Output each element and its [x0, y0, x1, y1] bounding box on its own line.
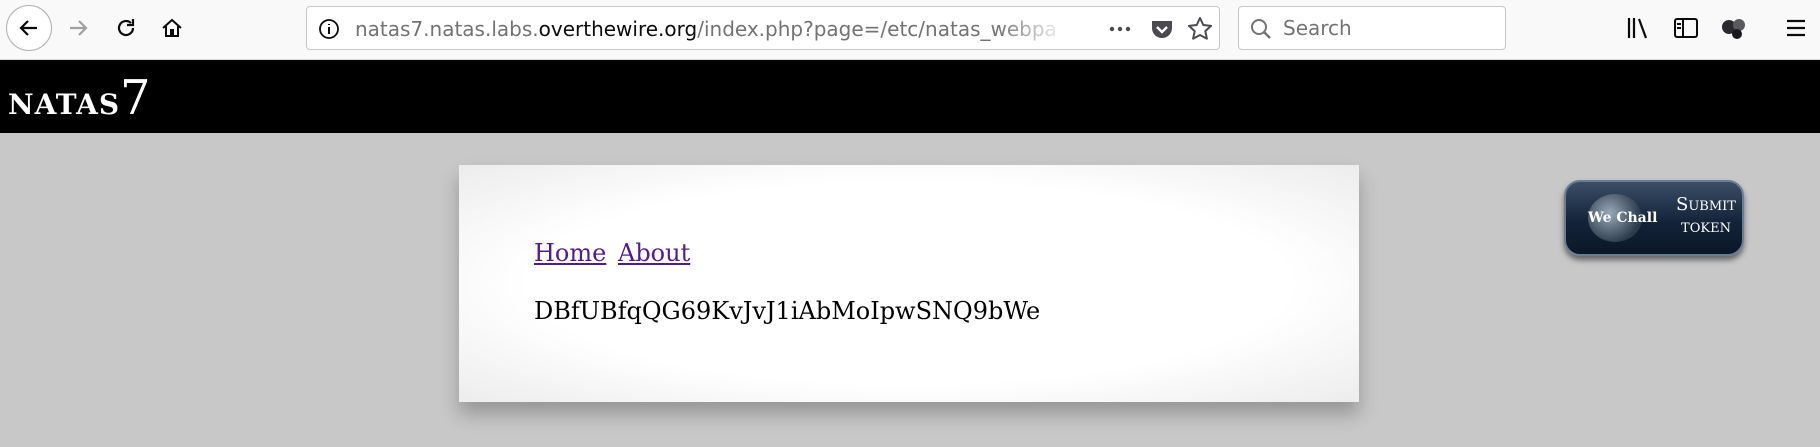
- search-icon: [1251, 19, 1271, 39]
- url-prefix: natas7.natas.labs.: [355, 17, 539, 41]
- nav-links: Home About: [534, 239, 694, 267]
- wechall-submit-token-button[interactable]: We Chall Submit token: [1564, 180, 1744, 256]
- about-link[interactable]: About: [618, 239, 690, 267]
- reload-icon: [117, 19, 135, 37]
- wechall-label-line2: token: [1681, 216, 1731, 237]
- page-header: natas7: [0, 60, 1820, 133]
- secret-text: DBfUBfqQG69KvJvJ1iAbMoIpwSNQ9bWe: [534, 297, 1041, 325]
- library-icon[interactable]: [1624, 14, 1652, 42]
- browser-toolbar: natas7.natas.labs.overthewire.org/index.…: [0, 0, 1820, 60]
- forward-icon: [70, 20, 88, 36]
- sidebar-icon[interactable]: [1672, 14, 1700, 42]
- bookmark-star-icon[interactable]: [1187, 16, 1213, 42]
- home-icon: [162, 18, 182, 37]
- menu-icon[interactable]: [1782, 14, 1810, 42]
- url-host: overthewire.org: [538, 17, 698, 41]
- reload-button[interactable]: [104, 6, 148, 50]
- extension-icon[interactable]: [1720, 14, 1748, 42]
- url-text[interactable]: natas7.natas.labs.overthewire.org/index.…: [355, 17, 1055, 43]
- search-placeholder: Search: [1283, 16, 1352, 40]
- home-button[interactable]: [150, 6, 194, 50]
- wechall-label: Submit token: [1670, 194, 1742, 238]
- search-bar[interactable]: Search: [1238, 6, 1506, 50]
- site-title-text: natas: [8, 77, 121, 124]
- url-fade: [997, 9, 1067, 47]
- url-bar[interactable]: natas7.natas.labs.overthewire.org/index.…: [306, 6, 1220, 50]
- more-icon[interactable]: [1107, 16, 1133, 42]
- site-title-number: 7: [120, 70, 152, 126]
- content-card: Home About DBfUBfqQG69KvJvJ1iAbMoIpwSNQ9…: [459, 165, 1359, 402]
- back-button[interactable]: [6, 5, 52, 51]
- wechall-brand: We Chall: [1588, 210, 1658, 226]
- home-link[interactable]: Home: [534, 239, 606, 267]
- pocket-icon[interactable]: [1149, 16, 1175, 42]
- site-title: natas7: [8, 70, 152, 126]
- info-icon[interactable]: [317, 17, 341, 41]
- back-icon: [19, 20, 37, 36]
- forward-button[interactable]: [56, 6, 100, 50]
- wechall-label-line1: Submit: [1676, 194, 1736, 215]
